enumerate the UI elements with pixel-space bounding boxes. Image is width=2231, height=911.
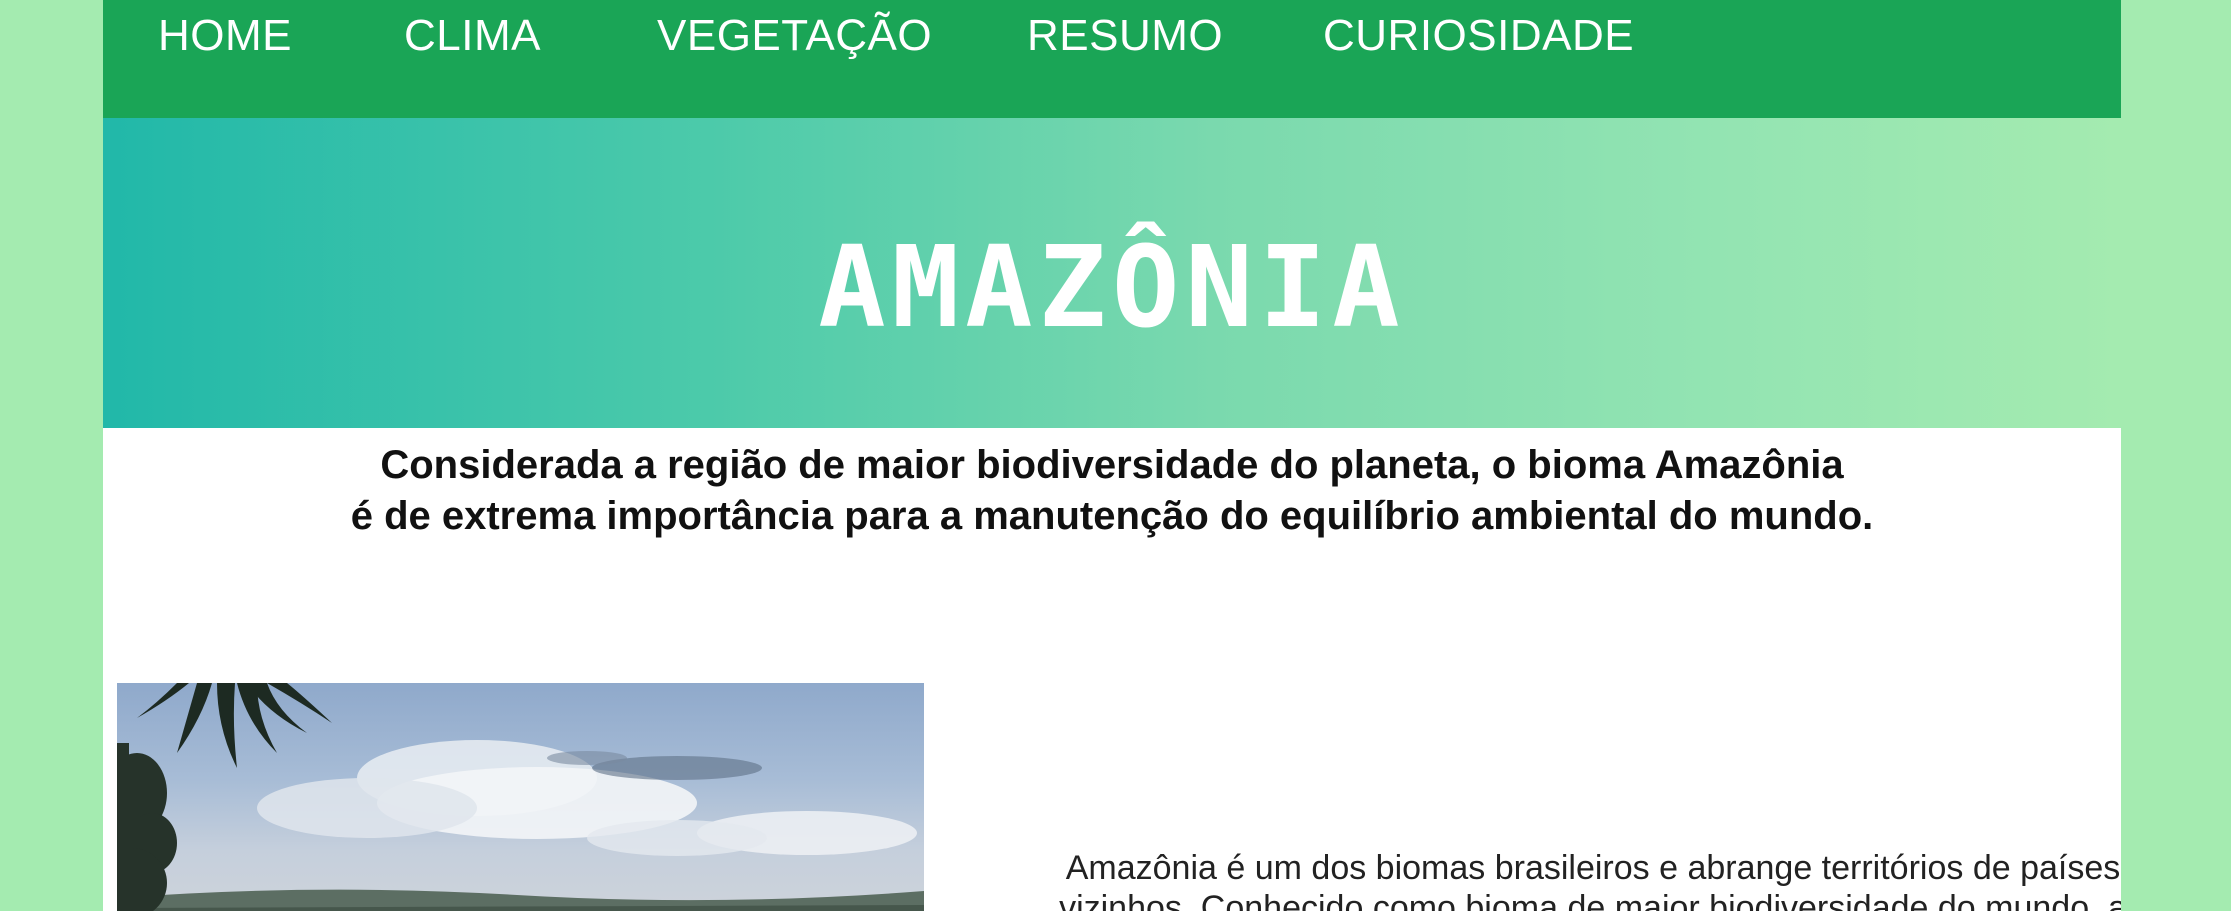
nav-item-curiosidade[interactable]: CURIOSIDADE (1323, 10, 1634, 62)
page-title: AMAZÔNIA (818, 223, 1406, 353)
article-paragraph: Amazônia é um dos biomas brasileiros e a… (983, 848, 2121, 911)
nav-item-vegetacao[interactable]: VEGETAÇÃO (657, 10, 932, 62)
hero-banner: AMAZÔNIA (103, 118, 2121, 428)
intro-line-2: é de extrema importância para a manutenç… (350, 494, 1874, 538)
nav-item-home[interactable]: HOME (158, 10, 292, 62)
intro-line-1: Considerada a região de maior biodiversi… (380, 443, 1844, 487)
article-line-2: vizinhos. Conhecido como bioma de maior … (1059, 889, 2121, 911)
page-container: HOME CLIMA VEGETAÇÃO RESUMO CURIOSIDADE … (103, 0, 2121, 911)
article-line-1: Amazônia é um dos biomas brasileiros e a… (1065, 849, 2121, 887)
main-navbar: HOME CLIMA VEGETAÇÃO RESUMO CURIOSIDADE (103, 0, 2121, 118)
amazon-landscape-image (117, 683, 924, 911)
nav-item-resumo[interactable]: RESUMO (1027, 10, 1223, 62)
intro-text: Considerada a região de maior biodiversi… (103, 440, 2121, 542)
nav-item-clima[interactable]: CLIMA (404, 10, 541, 62)
